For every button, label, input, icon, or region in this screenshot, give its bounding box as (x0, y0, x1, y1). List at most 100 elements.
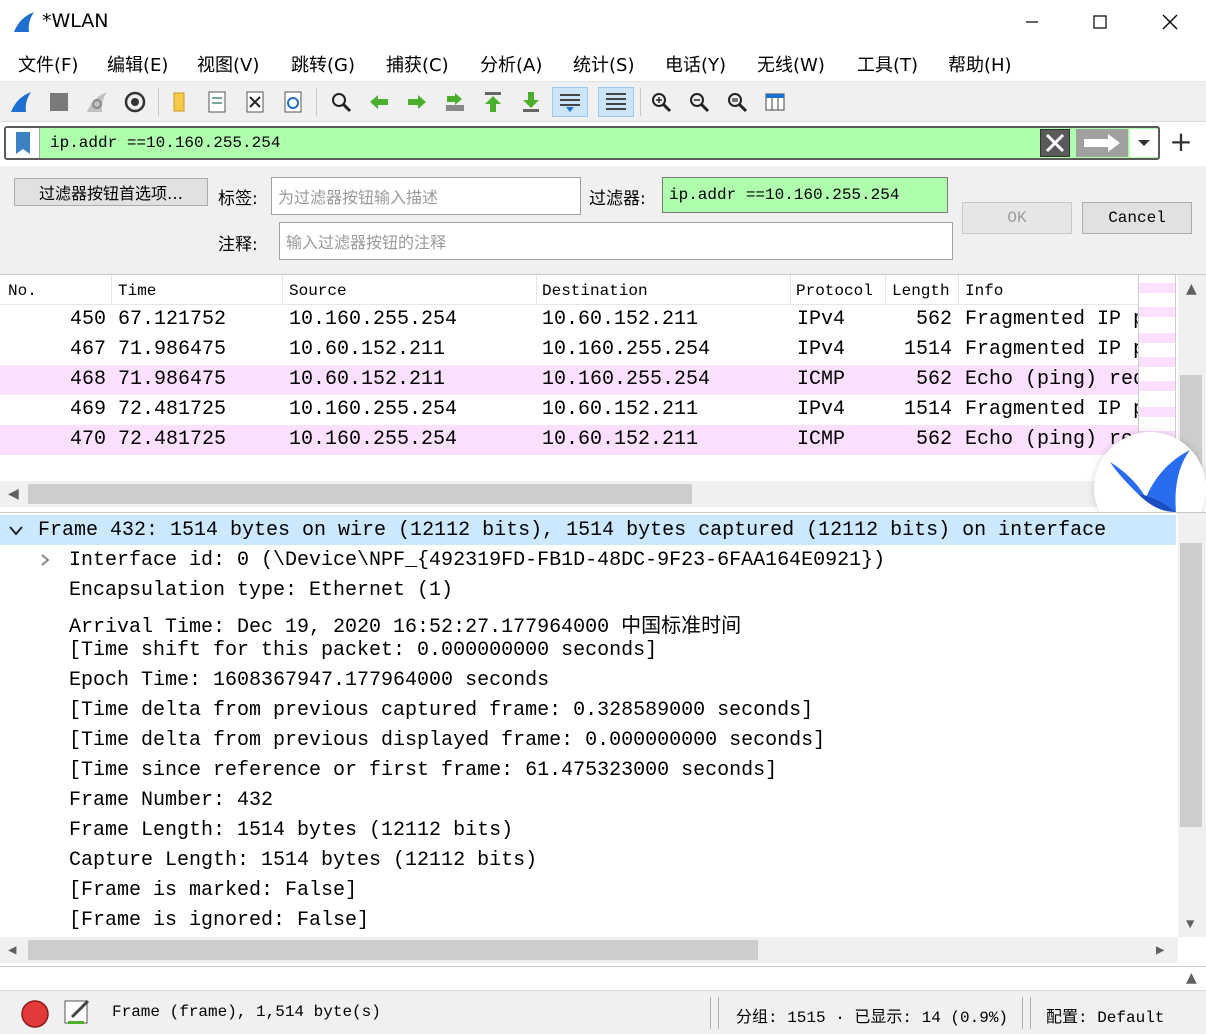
packet-protocol: ICMP (797, 368, 846, 391)
clear-x-icon (1045, 133, 1065, 153)
filter-button-expression-input[interactable]: ip.addr ==10.160.255.254 (662, 177, 948, 213)
packet-info: Fragmented IP p (965, 398, 1138, 421)
packet-row[interactable]: 467 71.986475 10.60.152.211 10.160.255.2… (0, 335, 1138, 365)
scroll-up-arrow-icon[interactable]: ▲ (1186, 970, 1197, 986)
detail-text: Frame 432: 1514 bytes on wire (12112 bit… (38, 519, 1107, 542)
menu-wireless[interactable]: 无线(W) (757, 51, 825, 77)
packet-row[interactable]: 450 67.121752 10.160.255.254 10.60.152.2… (0, 305, 1138, 335)
details-vertical-scrollbar[interactable]: ▼ (1178, 513, 1206, 937)
scroll-right-arrow-icon[interactable]: ▶ (1156, 942, 1164, 959)
chevron-down-icon (1138, 140, 1150, 146)
comment-input[interactable]: 输入过滤器按钮的注释 (279, 222, 953, 260)
normal-size-button[interactable] (722, 87, 752, 117)
apply-filter-button[interactable] (1076, 129, 1128, 157)
column-header-source[interactable]: Source (289, 282, 347, 300)
menu-statistics[interactable]: 统计(S) (573, 51, 634, 77)
menu-bar: 文件(F) 编辑(E) 视图(V) 跳转(G) 捕获(C) 分析(A) 统计(S… (0, 44, 1206, 82)
column-header-length[interactable]: Length (892, 282, 950, 300)
column-header-time[interactable]: Time (118, 282, 156, 300)
packet-bytes-pane[interactable]: ▲ (0, 966, 1206, 990)
maximize-button[interactable] (1078, 6, 1122, 38)
capture-status-icon[interactable] (20, 999, 50, 1029)
colorize-icon (606, 93, 626, 110)
find-packet-button[interactable] (326, 87, 356, 117)
filter-bookmark-button[interactable] (6, 128, 40, 158)
capture-options-button[interactable] (120, 87, 150, 117)
go-to-packet-button[interactable] (440, 87, 470, 117)
selected-field-info: Frame (frame), 1,514 byte(s) (112, 1003, 381, 1021)
detail-row-frame[interactable]: Frame 432: 1514 bytes on wire (12112 bit… (0, 515, 1176, 545)
ok-button[interactable]: OK (962, 202, 1072, 234)
filter-history-dropdown[interactable] (1130, 129, 1158, 157)
colorize-button[interactable] (598, 87, 634, 117)
menu-file[interactable]: 文件(F) (18, 51, 78, 77)
menu-capture[interactable]: 捕获(C) (386, 51, 449, 77)
display-filter-input[interactable]: ip.addr ==10.160.255.254 (50, 134, 280, 152)
packet-row[interactable]: 470 72.481725 10.160.255.254 10.60.152.2… (0, 425, 1138, 455)
packet-protocol: ICMP (797, 428, 846, 451)
go-to-packet-icon (446, 93, 464, 111)
zoom-reset-icon (728, 93, 748, 113)
menu-go[interactable]: 跳转(G) (291, 51, 355, 77)
resize-columns-button[interactable] (760, 87, 790, 117)
save-file-button[interactable] (202, 87, 232, 117)
reload-file-button[interactable] (278, 87, 308, 117)
add-filter-button[interactable]: + (1166, 128, 1196, 158)
title-bar: *WLAN (0, 0, 1206, 44)
column-header-no[interactable]: No. (8, 282, 37, 300)
packet-row[interactable]: 468 71.986475 10.60.152.211 10.160.255.2… (0, 365, 1138, 395)
restart-capture-button[interactable] (82, 87, 112, 117)
column-header-protocol[interactable]: Protocol (796, 282, 873, 300)
minimize-icon (1026, 21, 1038, 23)
go-back-button[interactable] (364, 87, 394, 117)
start-capture-button[interactable] (6, 87, 36, 117)
chevron-down-icon[interactable] (8, 525, 24, 537)
auto-scroll-button[interactable] (552, 87, 588, 117)
last-packet-button[interactable] (516, 87, 546, 117)
scroll-left-arrow-icon[interactable]: ◀ (8, 942, 16, 959)
detail-text: Capture Length: 1514 bytes (12112 bits) (69, 849, 538, 872)
packet-no: 470 (70, 428, 107, 451)
edit-comment-icon[interactable] (62, 997, 92, 1027)
zoom-out-button[interactable] (684, 87, 714, 117)
menu-telephony[interactable]: 电话(Y) (665, 51, 726, 77)
packet-list-header: No. Time Source Destination Protocol Len… (0, 275, 1138, 305)
close-button[interactable] (1148, 6, 1192, 38)
go-forward-button[interactable] (402, 87, 432, 117)
scroll-left-arrow-icon[interactable]: ◀ (8, 486, 19, 502)
packet-count-info: 分组: 1515 · 已显示: 14 (0.9%) (736, 1009, 1009, 1027)
arrow-left-icon (370, 95, 388, 109)
close-icon (1162, 14, 1178, 30)
folder-icon (173, 92, 185, 112)
wireshark-fin-icon (14, 12, 34, 32)
stop-capture-button[interactable] (44, 87, 74, 117)
open-file-button[interactable] (164, 87, 194, 117)
menu-tools[interactable]: 工具(T) (857, 51, 918, 77)
document-icon (208, 91, 226, 113)
scroll-up-arrow-icon[interactable]: ▲ (1186, 281, 1197, 297)
menu-edit[interactable]: 编辑(E) (107, 51, 168, 77)
menu-analyze[interactable]: 分析(A) (480, 51, 542, 77)
label-input[interactable]: 为过滤器按钮输入描述 (271, 177, 581, 215)
scroll-down-arrow-icon[interactable]: ▼ (1186, 917, 1194, 933)
first-packet-button[interactable] (478, 87, 508, 117)
clear-filter-button[interactable] (1040, 129, 1070, 157)
chevron-right-icon[interactable] (40, 553, 50, 567)
column-header-destination[interactable]: Destination (542, 282, 648, 300)
close-file-button[interactable] (240, 87, 270, 117)
filter-button-prefs-button[interactable]: 过滤器按钮首选项… (14, 178, 208, 206)
packet-row[interactable]: 469 72.481725 10.160.255.254 10.60.152.2… (0, 395, 1138, 425)
profile-selector[interactable]: 配置: Default (1046, 1003, 1164, 1027)
detail-text: Frame Length: 1514 bytes (12112 bits) (69, 819, 514, 842)
packet-list-horizontal-scrollbar[interactable]: ◀ (0, 481, 1178, 507)
minimize-button[interactable] (1010, 6, 1054, 38)
reload-icon (284, 91, 302, 113)
packet-source: 10.160.255.254 (289, 308, 458, 331)
menu-view[interactable]: 视图(V) (197, 51, 259, 77)
column-header-info[interactable]: Info (965, 282, 1003, 300)
menu-help[interactable]: 帮助(H) (948, 51, 1012, 77)
packet-destination: 10.60.152.211 (542, 308, 699, 331)
details-horizontal-scrollbar[interactable]: ◀ ▶ (0, 937, 1178, 963)
cancel-button[interactable]: Cancel (1082, 202, 1192, 234)
zoom-in-button[interactable] (646, 87, 676, 117)
